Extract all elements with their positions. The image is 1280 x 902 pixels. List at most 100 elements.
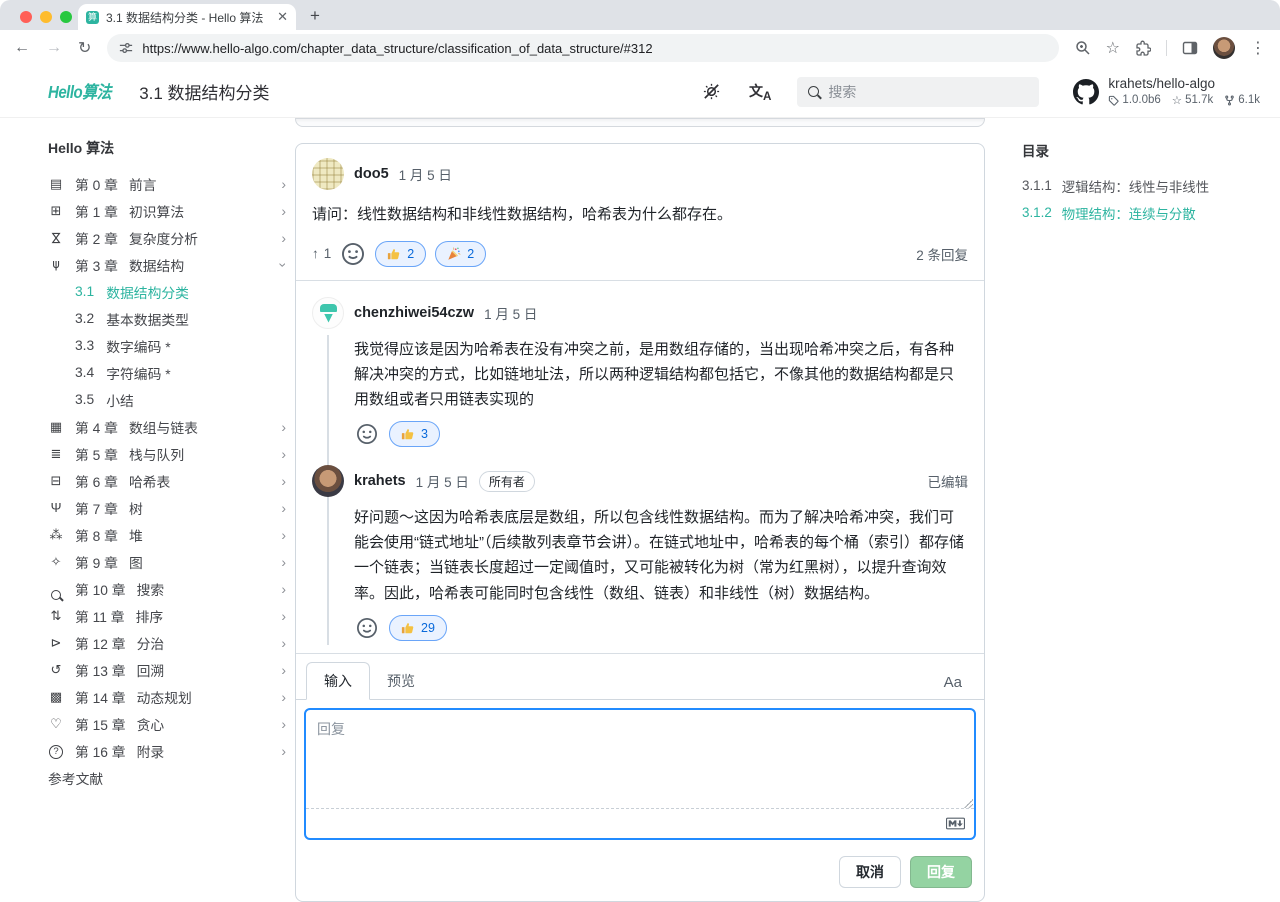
browser-tab[interactable]: 算 3.1 数据结构分类 - Hello 算法 ✕ xyxy=(78,4,296,30)
reply-submit-button[interactable]: 回复 xyxy=(910,856,972,888)
reply-editor: 输入 预览 Aa 回复 取消 回复 xyxy=(296,653,984,901)
tab-preview[interactable]: 预览 xyxy=(370,663,432,699)
smiley-icon xyxy=(357,618,377,638)
back-icon[interactable]: ← xyxy=(14,39,30,57)
cancel-button[interactable]: 取消 xyxy=(839,856,901,888)
sidebar-site-title: Hello 算法 xyxy=(48,138,286,158)
chevron-right-icon: › xyxy=(281,689,286,705)
tab-write[interactable]: 输入 xyxy=(306,662,370,700)
heap-icon: ⁂ xyxy=(48,527,64,543)
graph-icon: ✧ xyxy=(48,554,64,570)
sidebar-item-ch3[interactable]: ⋔第 3 章数据结构› xyxy=(48,251,286,278)
browser-toolbar: ← → ↻ https://www.hello-algo.com/chapter… xyxy=(0,30,1280,66)
reply-date[interactable]: 1 月 5 日 xyxy=(484,303,537,323)
sidebar-item-ch13[interactable]: ↺第 13 章回溯› xyxy=(48,656,286,683)
sidebar-item-ch2[interactable]: ⋈第 2 章复杂度分析› xyxy=(48,224,286,251)
sidebar-item-3-3[interactable]: 3.3数字编码 * xyxy=(48,332,286,359)
sidebar-item-ch10[interactable]: 第 10 章搜索› xyxy=(48,575,286,602)
site-settings-icon[interactable] xyxy=(119,41,133,55)
reaction-thumbs-up[interactable]: 29 xyxy=(389,615,447,641)
book-icon: ▤ xyxy=(48,176,64,192)
search-input[interactable]: 搜索 xyxy=(797,77,1039,107)
toc-title: 目录 xyxy=(1022,140,1272,160)
forward-icon[interactable]: → xyxy=(46,39,62,57)
chevron-right-icon: › xyxy=(281,608,286,624)
array-icon: ▦ xyxy=(48,419,64,435)
sidebar-item-3-1[interactable]: 3.1数据结构分类 xyxy=(48,278,286,305)
toc: 目录 3.1.1逻辑结构：线性与非线性 3.1.2物理结构：连续与分散 xyxy=(1022,140,1272,226)
stack-icon: ≣ xyxy=(48,446,64,462)
add-reaction-button[interactable] xyxy=(354,421,380,447)
sidebar-item-ch9[interactable]: ✧第 9 章图› xyxy=(48,548,286,575)
sidebar-item-ch15[interactable]: ♡第 15 章贪心› xyxy=(48,710,286,737)
hash-icon: ⊟ xyxy=(48,473,64,489)
bookmark-star-icon[interactable]: ☆ xyxy=(1106,38,1120,58)
text-format-icon[interactable]: Aa xyxy=(932,666,974,699)
sidebar-item-ch5[interactable]: ≣第 5 章栈与队列› xyxy=(48,440,286,467)
upvote-button[interactable]: ↑1 xyxy=(312,246,331,261)
close-window-button[interactable] xyxy=(20,11,32,23)
reply-author[interactable]: chenzhiwei54czw xyxy=(354,305,474,321)
search-placeholder: 搜索 xyxy=(828,82,856,102)
toc-item-3-1-2[interactable]: 3.1.2物理结构：连续与分散 xyxy=(1022,199,1272,226)
reply-author[interactable]: krahets xyxy=(354,473,406,489)
chevron-right-icon: › xyxy=(281,500,286,516)
browser-profile-avatar[interactable] xyxy=(1213,37,1235,59)
browser-tab-strip: 算 3.1 数据结构分类 - Hello 算法 ✕ + xyxy=(0,0,1280,30)
resize-handle-icon[interactable] xyxy=(964,799,973,808)
tag-icon xyxy=(1108,95,1119,106)
sidebar-item-references[interactable]: 参考文献 xyxy=(48,764,286,791)
zoom-icon[interactable] xyxy=(1075,40,1091,56)
sidebar-item-ch11[interactable]: ⇅第 11 章排序› xyxy=(48,602,286,629)
toc-item-3-1-1[interactable]: 3.1.1逻辑结构：线性与非线性 xyxy=(1022,172,1272,199)
sort-icon: ⇅ xyxy=(48,608,64,624)
tab-title: 3.1 数据结构分类 - Hello 算法 xyxy=(106,9,270,26)
avatar[interactable] xyxy=(312,297,344,329)
avatar[interactable] xyxy=(312,158,344,190)
star-icon: ☆ xyxy=(1172,93,1182,107)
reply-date[interactable]: 1 月 5 日 xyxy=(416,471,469,491)
chevron-right-icon: › xyxy=(281,635,286,651)
side-panel-icon[interactable] xyxy=(1182,40,1198,56)
sidebar-item-ch16[interactable]: ?第 16 章附录› xyxy=(48,737,286,764)
reply-body: 我觉得应该是因为哈希表在没有冲突之前，是用数组存储的，当出现哈希冲突之后，有各种… xyxy=(354,337,968,413)
reaction-party[interactable]: 2 xyxy=(435,241,486,267)
fullscreen-window-button[interactable] xyxy=(60,11,72,23)
markdown-icon xyxy=(946,817,965,830)
site-logo[interactable]: Hello算法 xyxy=(48,79,111,103)
sidebar-item-ch1[interactable]: ⊞第 1 章初识算法› xyxy=(48,197,286,224)
extensions-icon[interactable] xyxy=(1135,40,1151,56)
sidebar-item-ch4[interactable]: ▦第 4 章数组与链表› xyxy=(48,413,286,440)
theme-toggle-icon[interactable] xyxy=(702,82,721,101)
sidebar-item-ch12[interactable]: ⊳第 12 章分治› xyxy=(48,629,286,656)
sidebar-item-ch6[interactable]: ⊟第 6 章哈希表› xyxy=(48,467,286,494)
browser-menu-icon[interactable]: ⋮ xyxy=(1250,38,1266,58)
reload-icon[interactable]: ↻ xyxy=(78,38,91,58)
sidebar-item-ch0[interactable]: ▤第 0 章前言› xyxy=(48,170,286,197)
language-icon[interactable]: 文A xyxy=(749,81,771,103)
sidebar-item-ch14[interactable]: ▩第 14 章动态规划› xyxy=(48,683,286,710)
reply-textarea[interactable]: 回复 xyxy=(304,708,976,840)
reaction-thumbs-up[interactable]: 2 xyxy=(375,241,426,267)
comment-date[interactable]: 1 月 5 日 xyxy=(399,164,452,184)
sidebar-item-3-2[interactable]: 3.2基本数据类型 xyxy=(48,305,286,332)
sidebar-item-ch7[interactable]: Ψ第 7 章树› xyxy=(48,494,286,521)
fork-icon xyxy=(1224,95,1235,106)
add-reaction-button[interactable] xyxy=(354,615,380,641)
site-favicon: 算 xyxy=(86,11,99,24)
sidebar-item-3-4[interactable]: 3.4字符编码 * xyxy=(48,359,286,386)
add-reaction-button[interactable] xyxy=(340,241,366,267)
edited-label: 已编辑 xyxy=(928,471,969,491)
sidebar-item-ch8[interactable]: ⁂第 8 章堆› xyxy=(48,521,286,548)
sidebar-item-3-5[interactable]: 3.5小结 xyxy=(48,386,286,413)
comment-author[interactable]: doo5 xyxy=(354,166,389,182)
reaction-thumbs-up[interactable]: 3 xyxy=(389,421,440,447)
thumbs-up-emoji xyxy=(387,247,401,261)
tab-close-icon[interactable]: ✕ xyxy=(277,9,288,25)
url-bar[interactable]: https://www.hello-algo.com/chapter_data_… xyxy=(107,34,1058,62)
github-repo-link[interactable]: krahets/hello-algo 1.0.0b6 ☆51.7k 6.1k xyxy=(1073,76,1260,107)
minimize-window-button[interactable] xyxy=(40,11,52,23)
avatar[interactable] xyxy=(312,465,344,497)
new-tab-button[interactable]: + xyxy=(310,6,320,26)
chevron-right-icon: › xyxy=(281,554,286,570)
